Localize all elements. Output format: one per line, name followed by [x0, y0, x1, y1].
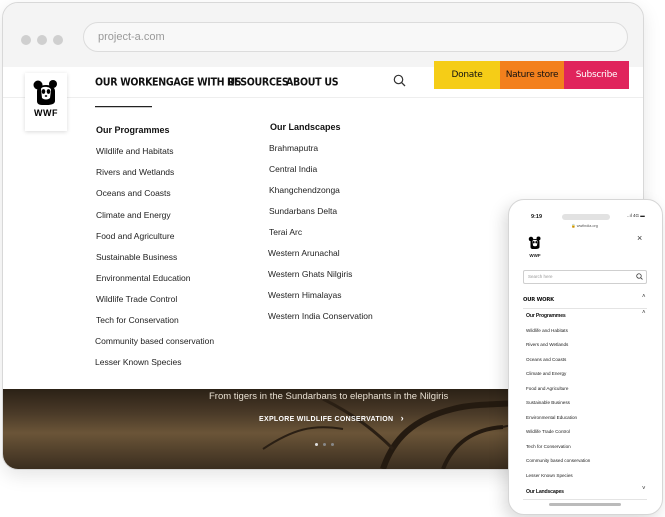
address-bar[interactable]: project-a.com — [83, 22, 628, 52]
close-icon[interactable]: × — [637, 233, 642, 243]
programmes-title: Our Programmes — [96, 125, 170, 135]
menu-item[interactable]: Brahmaputra — [269, 143, 318, 153]
menu-item[interactable]: Terai Arc — [269, 227, 302, 237]
home-indicator — [549, 503, 621, 506]
phone-status-icons: ..ıl 4G ▬ — [627, 213, 645, 218]
phone-time: 9:19 — [531, 214, 543, 220]
list-item[interactable]: Sustainable Business — [526, 400, 570, 405]
menu-item[interactable]: Climate and Energy — [96, 210, 171, 220]
menu-item[interactable]: Wildlife and Habitats — [96, 146, 173, 156]
list-item[interactable]: Environmental Education — [526, 415, 577, 420]
menu-item[interactable]: Western Himalayas — [268, 290, 342, 300]
search-icon[interactable] — [393, 74, 406, 92]
search-icon[interactable] — [636, 273, 643, 285]
menu-item[interactable]: Sustainable Business — [96, 252, 177, 262]
menu-item[interactable]: Community based conservation — [95, 336, 214, 346]
chevron-right-icon: › — [400, 413, 404, 423]
list-item[interactable]: Lesser Known Species — [526, 473, 573, 478]
wwf-logo[interactable]: WWF — [25, 73, 67, 131]
wwf-logo-mobile[interactable]: WWF — [527, 236, 543, 258]
phone-url[interactable]: 🔒 wwfindia.org — [571, 223, 598, 228]
subscribe-button[interactable]: Subscribe — [564, 61, 629, 89]
panda-icon — [33, 80, 57, 105]
list-item[interactable]: Tech for Conservation — [526, 444, 571, 449]
divider — [523, 499, 647, 500]
menu-item[interactable]: Lesser Known Species — [95, 357, 181, 367]
menu-item[interactable]: Western Arunachal — [268, 248, 340, 258]
logo-text: WWF — [529, 253, 541, 258]
panda-icon — [528, 236, 541, 249]
donate-button[interactable]: Donate — [434, 61, 500, 89]
menu-item[interactable]: Central India — [269, 164, 317, 174]
landscapes-title: Our Landscapes — [270, 122, 341, 132]
carousel-dot[interactable] — [315, 443, 318, 446]
mobile-phone-frame: 9:19 ..ıl 4G ▬ 🔒 wwfindia.org WWF × Sear… — [508, 199, 663, 515]
list-item[interactable]: Wildlife Trade Control — [526, 429, 570, 434]
explore-cta-link[interactable]: EXPLORE WILDLIFE CONSERVATION › — [259, 413, 404, 423]
mobile-programmes-title[interactable]: Our Programmes — [526, 313, 566, 319]
window-minimize-dot[interactable] — [37, 35, 47, 45]
menu-item[interactable]: Oceans and Coasts — [96, 188, 171, 198]
browser-chrome: project-a.com — [3, 3, 643, 67]
nav-about-us[interactable]: ABOUT US — [286, 76, 339, 89]
chevron-up-icon[interactable]: ˄ — [642, 294, 646, 300]
phone-notch — [562, 214, 610, 220]
list-item[interactable]: Wildlife and Habitats — [526, 328, 568, 333]
menu-item[interactable]: Environmental Education — [96, 273, 191, 283]
nav-our-work[interactable]: OUR WORK — [95, 76, 153, 108]
menu-item[interactable]: Sundarbans Delta — [269, 206, 337, 216]
carousel-dot[interactable] — [331, 443, 334, 446]
menu-item[interactable]: Tech for Conservation — [96, 315, 179, 325]
chevron-up-icon[interactable]: ˄ — [642, 310, 646, 316]
hero-subtitle: From tigers in the Sundarbans to elephan… — [209, 391, 449, 402]
menu-item[interactable]: Western India Conservation — [268, 311, 373, 321]
list-item[interactable]: Rivers and Wetlands — [526, 342, 568, 347]
list-item[interactable]: Food and Agriculture — [526, 386, 568, 391]
list-item[interactable]: Community based conservation — [526, 458, 590, 463]
list-item[interactable]: Climate and Energy — [526, 371, 566, 376]
menu-item[interactable]: Rivers and Wetlands — [96, 167, 174, 177]
mobile-landscapes-title[interactable]: Our Landscapes — [526, 489, 564, 495]
mobile-section-our-work[interactable]: OUR WORK — [523, 297, 554, 303]
window-maximize-dot[interactable] — [53, 35, 63, 45]
menu-item[interactable]: Khangchendzonga — [269, 185, 340, 195]
search-placeholder: Search here — [528, 274, 553, 279]
menu-item[interactable]: Western Ghats Nilgiris — [268, 269, 352, 279]
mobile-search-input[interactable]: Search here — [523, 270, 647, 284]
divider — [523, 308, 647, 309]
nature-store-button[interactable]: Nature store — [500, 61, 564, 89]
chevron-down-icon[interactable]: ˅ — [642, 486, 646, 492]
explore-cta-label: EXPLORE WILDLIFE CONSERVATION — [259, 416, 394, 423]
menu-item[interactable]: Wildlife Trade Control — [96, 294, 177, 304]
nav-resources[interactable]: RESOURCES — [227, 76, 289, 89]
list-item[interactable]: Oceans and Coasts — [526, 357, 566, 362]
logo-text: WWF — [34, 108, 58, 118]
menu-item[interactable]: Food and Agriculture — [96, 231, 174, 241]
carousel-dot[interactable] — [323, 443, 326, 446]
window-close-dot[interactable] — [21, 35, 31, 45]
main-navigation: OUR WORK ENGAGE WITH US RESOURCES ABOUT … — [3, 61, 643, 108]
